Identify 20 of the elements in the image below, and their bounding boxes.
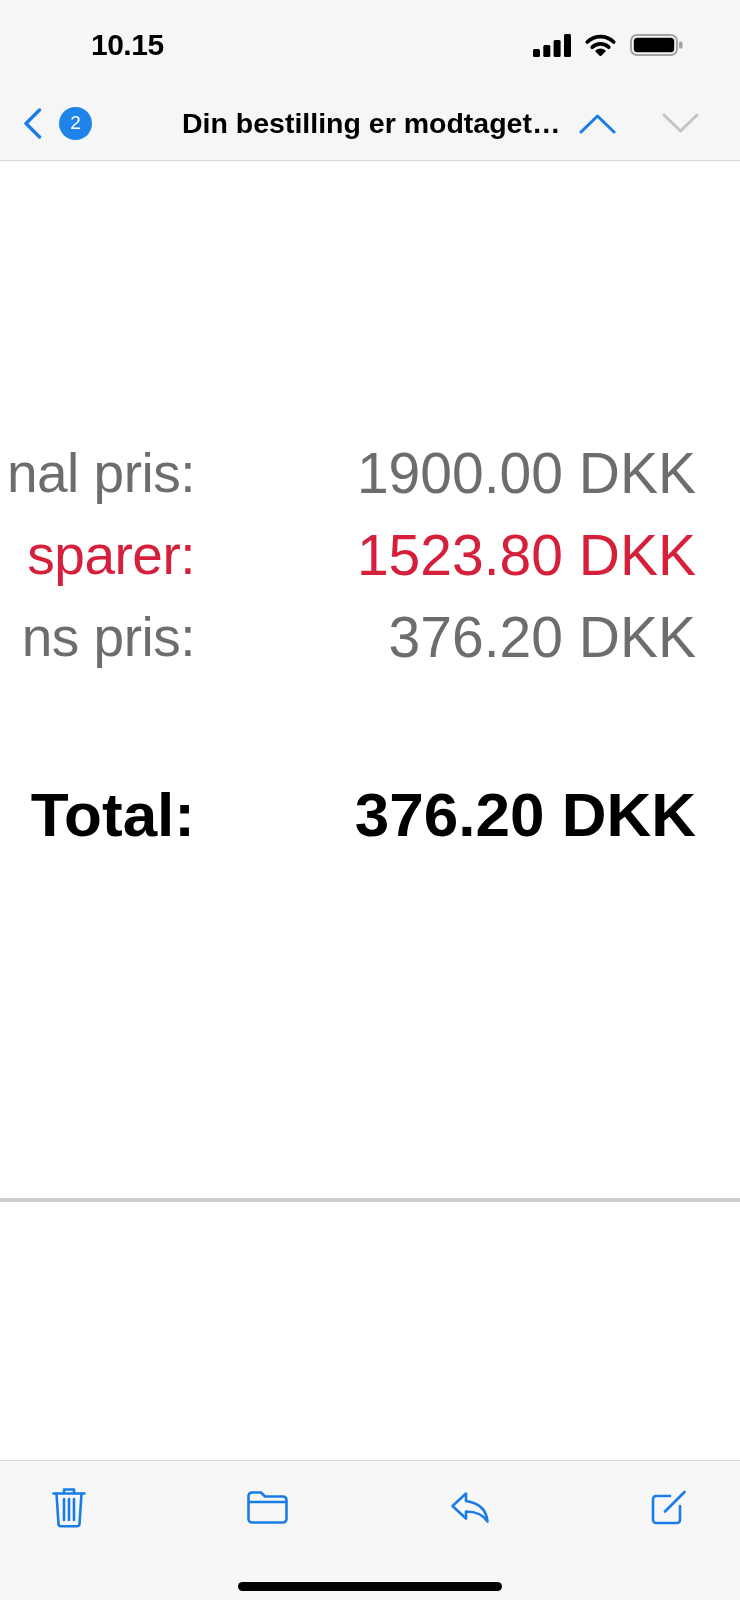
signal-icon [533, 33, 571, 57]
battery-icon [630, 34, 683, 56]
unread-count-badge: 2 [59, 106, 92, 140]
price-value: 376.20 DKK [388, 604, 696, 671]
trash-icon[interactable] [52, 1486, 86, 1528]
message-subject: Din bestilling er modtaget… [182, 106, 561, 140]
price-label: sparer: [27, 523, 195, 588]
price-label: nal pris: [6, 441, 195, 506]
back-icon[interactable] [23, 107, 42, 139]
status-time: 10.15 [91, 28, 164, 62]
total-value: 376.20 DKK [354, 779, 696, 851]
total-label: Total: [30, 779, 195, 851]
wifi-icon [584, 34, 617, 56]
price-value: 1900.00 DKK [356, 440, 696, 507]
chevron-up-icon[interactable] [579, 112, 616, 134]
folder-icon[interactable] [247, 1490, 289, 1524]
price-value: 1523.80 DKK [356, 522, 696, 589]
compose-icon[interactable] [651, 1489, 688, 1525]
reply-icon[interactable] [449, 1490, 490, 1524]
price-label: ns pris: [21, 605, 195, 670]
